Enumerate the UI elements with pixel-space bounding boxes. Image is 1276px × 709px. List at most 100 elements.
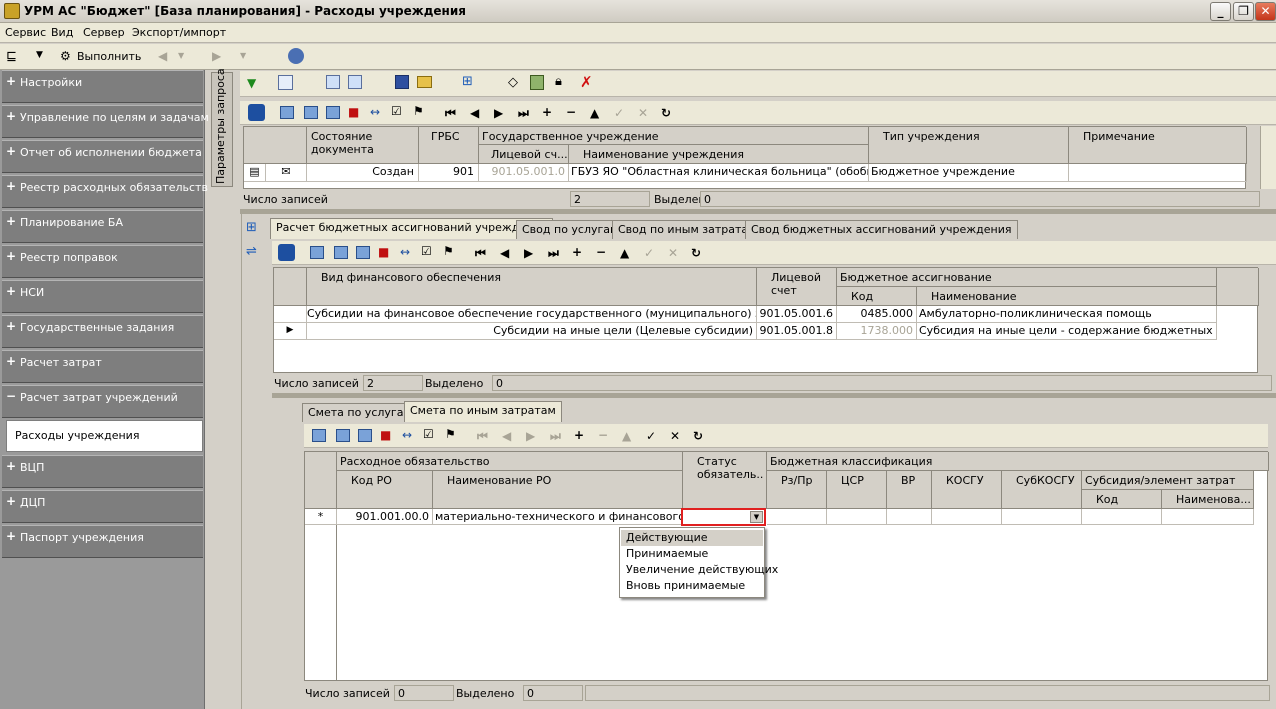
home-icon[interactable] [278,244,295,261]
open-folder-icon[interactable] [417,76,432,88]
paste-icon[interactable] [348,75,362,89]
checklist-icon[interactable]: ☑ [391,104,402,118]
sidebar-item-state-tasks[interactable]: + Государственные задания [2,315,203,348]
restore-button[interactable]: ❐ [1233,2,1254,21]
cell-kosgu[interactable] [932,509,1002,525]
option-existing[interactable]: Действующие [621,530,763,546]
copy-icon[interactable] [326,75,340,89]
column-type[interactable]: Тип учреждения [869,127,1069,164]
eraser-icon[interactable]: ◇ [508,75,518,90]
column-name-ro[interactable]: Наименование РО [433,471,683,509]
cell-name[interactable]: Амбулаторно-поликлиническая помощь [917,306,1217,323]
cell-code[interactable]: 1738.000 [837,323,917,340]
sidebar-item-ba-planning[interactable]: + Планирование БА [2,210,203,243]
sidebar-item-settings[interactable]: + Настройки [2,70,203,103]
cell-rzpr[interactable] [767,509,827,525]
swap-icon[interactable]: ↔ [400,245,410,259]
column-institution-name[interactable]: Наименование учреждения [569,145,869,164]
sidebar-item-cost-calc[interactable]: + Расчет затрат [2,350,203,383]
move-up-icon[interactable]: ▲ [622,429,631,443]
cell-account[interactable]: 901.05.001.6 [757,306,837,323]
next-record-icon[interactable]: ▶ [524,246,533,260]
cell-name[interactable]: Субсидия на иные цели - содержание бюдже… [917,323,1217,340]
option-newly-accepted[interactable]: Вновь принимаемые [626,579,745,592]
column-rzpr[interactable]: Рз/Пр [767,471,827,509]
checklist-icon[interactable]: ☑ [423,427,434,441]
query-params-tab[interactable]: Параметры запроса [211,68,233,187]
sidebar-item-obligations-registry[interactable]: + Реестр расходных обязательств [2,175,208,208]
tab-other-costs-summary[interactable]: Свод по иным затратам [612,220,763,239]
grid1-vscroll[interactable] [1260,126,1276,189]
sidebar-item-institution-costs[interactable]: − Расчет затрат учреждений [2,385,203,418]
prev-record-icon[interactable]: ◀ [500,246,509,260]
chevron-down-icon[interactable]: ▼ [750,511,763,523]
column-subsidy-code[interactable]: Код [1082,490,1162,509]
sidebar-item-vcp[interactable]: + ВЦП [2,455,203,488]
cell-vr[interactable] [887,509,932,525]
cell-grbs[interactable]: 901 [419,164,479,182]
remove-record-icon[interactable]: − [596,245,606,259]
flag-icon[interactable]: ⚑ [445,427,456,441]
first-record-icon[interactable]: ⏮ [477,429,488,443]
splitter[interactable] [240,209,1276,214]
grid2-side-icon[interactable]: ⇌ [246,244,257,259]
filter-icon[interactable]: ▼ [247,76,256,90]
sidebar-item-institution-expenses[interactable]: Расходы учреждения [6,420,203,452]
column-csr[interactable]: ЦСР [827,471,887,509]
add-record-icon[interactable]: + [572,245,582,259]
column-extra[interactable] [1217,268,1259,306]
last-record-icon[interactable]: ⏭ [548,246,559,260]
cell-financing[interactable]: Субсидии на финансовое обеспечение госуд… [307,306,757,323]
menu-service[interactable]: Сервис [5,26,46,39]
grid2-side-icon[interactable]: ⊞ [246,220,257,235]
cell-state[interactable]: Создан [307,164,419,182]
cell-subsidy-code[interactable] [1082,509,1162,525]
prev-record-icon[interactable]: ◀ [470,106,479,120]
save-icon[interactable] [395,75,409,89]
column-financing[interactable]: Вид финансового обеспечения [307,268,757,306]
cell-code-ro[interactable]: 901.001.00.0 [337,509,433,525]
sidebar-item-goals[interactable]: + Управление по целям и задачам [2,105,209,138]
sidebar-item-nsi[interactable]: + НСИ [2,280,203,313]
minimize-button[interactable]: _ [1210,2,1231,21]
sidebar-item-budget-report[interactable]: + Отчет об исполнении бюджета [2,140,203,173]
sidebar-item-dcp[interactable]: + ДЦП [2,490,203,523]
column-subkosgu[interactable]: СубКОСГУ [1002,471,1082,509]
option-accepted[interactable]: Принимаемые [626,547,708,560]
column-name[interactable]: Наименование [917,287,1217,306]
column-obligation-status[interactable]: Статус обязатель.. [683,452,767,509]
row-doc-icon[interactable]: ▤ [244,164,266,182]
confirm-icon[interactable]: ✓ [614,106,624,120]
refresh-icon[interactable]: ↻ [693,429,703,443]
next-record-icon[interactable]: ▶ [526,429,535,443]
column-account[interactable]: Лицевой счет [757,268,837,306]
column-subsidy[interactable]: Субсидия/элемент затрат [1082,471,1254,490]
home-icon[interactable] [248,104,265,121]
refresh-icon[interactable]: ↻ [661,106,671,120]
back-icon[interactable]: ◀ [158,49,167,63]
menu-view[interactable]: Вид [51,26,73,39]
cell-account[interactable]: 901.05.001.8 [757,323,837,340]
edit-icon[interactable] [278,75,293,90]
grid-icon[interactable] [280,106,294,119]
swap-icon[interactable]: ↔ [370,105,380,119]
tree-icon[interactable]: ⊑ [6,49,17,64]
column-account[interactable]: Лицевой сч... [479,145,569,164]
arrow-icon[interactable]: ■ [380,428,391,442]
cancel-icon[interactable]: ✕ [668,246,678,260]
menu-export-import[interactable]: Экспорт/импорт [132,26,226,39]
tab-ba-summary[interactable]: Свод бюджетных ассигнований учреждения [745,220,1018,239]
grid-icon[interactable] [310,246,324,259]
execute-button[interactable]: Выполнить [77,50,141,63]
close-button[interactable]: ✕ [1255,2,1276,21]
tab-budget-calc[interactable]: Расчет бюджетных ассигнований учреждения [270,218,554,239]
column-vr[interactable]: ВР [887,471,932,509]
forward-dropdown-icon[interactable]: ▼ [240,51,246,60]
lock-icon[interactable]: 🔒︎ [555,74,562,89]
grid-add-icon[interactable] [356,246,370,259]
sidebar-item-passport[interactable]: + Паспорт учреждения [2,525,203,558]
prev-record-icon[interactable]: ◀ [502,429,511,443]
row-mail-icon[interactable]: ✉ [266,164,307,182]
dropdown-arrow-icon[interactable]: ▼ [36,50,43,60]
column-code[interactable]: Код [837,287,917,306]
